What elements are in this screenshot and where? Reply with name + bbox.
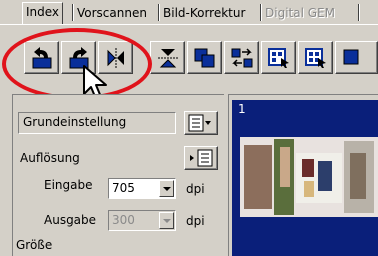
copy-frames-button[interactable] xyxy=(187,41,222,74)
input-resolution-label: Eingabe xyxy=(44,178,93,192)
tab-separator xyxy=(358,4,359,21)
chevron-down-icon xyxy=(159,212,174,229)
menu-list-icon xyxy=(188,114,211,132)
tab-strip: Index Vorscannen Bild-Korrektur Digital … xyxy=(0,0,378,24)
tab-bild-korrektur[interactable]: Bild-Korrektur xyxy=(160,4,249,24)
flip-vertical-button[interactable] xyxy=(150,41,185,74)
resolution-label: Auflösung xyxy=(20,151,80,165)
frame-image[interactable] xyxy=(240,137,378,217)
highlight-circle xyxy=(2,28,152,100)
output-resolution-select: 300 xyxy=(108,210,176,231)
input-unit-label: dpi xyxy=(186,182,205,196)
preset-menu-button[interactable] xyxy=(184,111,218,135)
tab-separator xyxy=(72,4,73,21)
select-frames-icon xyxy=(268,48,289,68)
output-unit-label: dpi xyxy=(186,214,205,228)
chevron-down-icon[interactable] xyxy=(159,180,174,197)
size-label: Größe xyxy=(16,238,53,252)
tab-separator xyxy=(158,4,159,21)
copy-frames-icon xyxy=(194,48,215,68)
output-resolution-value: 300 xyxy=(112,213,135,227)
resolution-menu-button[interactable] xyxy=(184,146,218,170)
swap-frames-icon xyxy=(231,48,253,68)
select-all-frames-button[interactable] xyxy=(298,41,333,74)
select-all-frames-icon xyxy=(305,48,326,68)
frame-tool-icon xyxy=(343,49,359,65)
frame-number: 1 xyxy=(238,102,246,116)
tab-index[interactable]: Index xyxy=(22,2,64,24)
preset-field[interactable]: Grundeinstellung xyxy=(18,112,176,134)
input-resolution-select[interactable]: 705 xyxy=(108,178,176,199)
swap-frames-button[interactable] xyxy=(224,41,259,74)
flip-vertical-icon xyxy=(158,49,178,68)
input-resolution-value: 705 xyxy=(112,181,135,195)
select-frames-button[interactable] xyxy=(261,41,296,74)
tab-separator xyxy=(260,4,261,21)
menu-list-icon xyxy=(190,149,213,167)
more-tools-button[interactable] xyxy=(335,41,378,74)
photo-thumbnail xyxy=(240,137,378,217)
tab-vorscannen[interactable]: Vorscannen xyxy=(74,4,150,24)
output-resolution-label: Ausgabe xyxy=(44,213,97,227)
tab-strip-border xyxy=(0,24,378,25)
tab-digital-gem: Digital GEM xyxy=(262,4,338,24)
scanner-window: Index Vorscannen Bild-Korrektur Digital … xyxy=(0,0,378,256)
